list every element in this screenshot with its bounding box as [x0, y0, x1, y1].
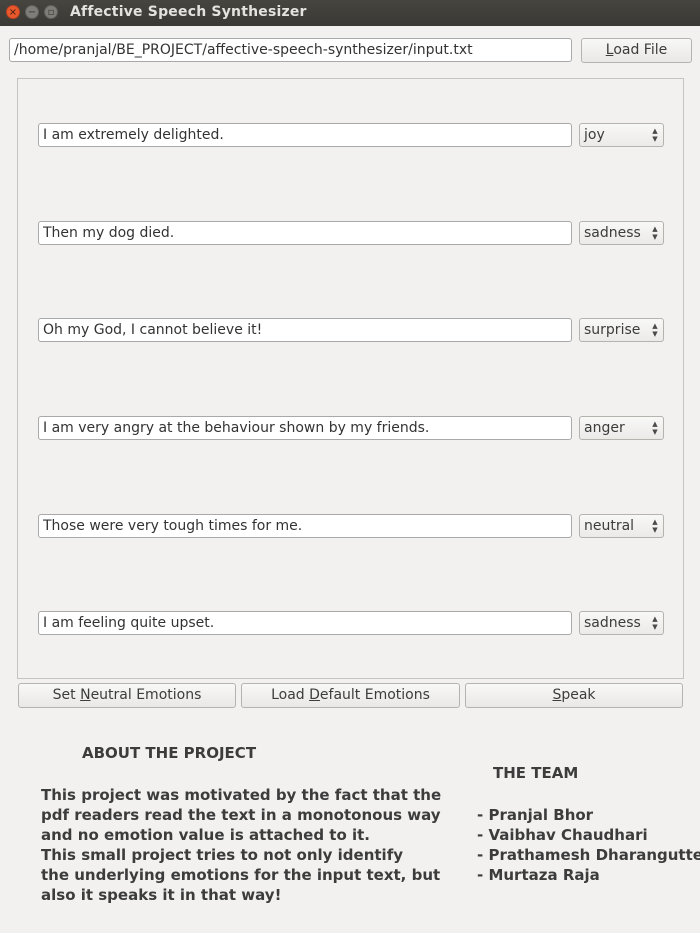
- about-line: pdf readers read the text in a monotonou…: [41, 806, 441, 824]
- button-mnemonic: D: [309, 687, 320, 703]
- about-description: This project was motivated by the fact t…: [41, 785, 451, 905]
- updown-arrows-icon: ▲ ▼: [652, 518, 658, 534]
- set-neutral-emotions-button[interactable]: Set Neutral Emotions: [18, 683, 236, 708]
- emotion-value: anger: [584, 420, 625, 436]
- title-bar: × − ▫ Affective Speech Synthesizer: [0, 0, 700, 26]
- button-label-part: efault Emotions: [319, 687, 430, 703]
- sentence-field[interactable]: [38, 514, 572, 538]
- emotion-select[interactable]: surprise ▲ ▼: [579, 318, 664, 342]
- about-line: the underlying emotions for the input te…: [41, 866, 441, 884]
- sentence-field[interactable]: [38, 221, 572, 245]
- team-member: - Prathamesh Dharangutte: [477, 846, 700, 864]
- button-mnemonic: S: [552, 687, 562, 703]
- emotion-value: surprise: [584, 322, 641, 338]
- speak-button[interactable]: Speak: [465, 683, 683, 708]
- about-line: also it speaks it in that way!: [41, 886, 282, 904]
- updown-arrows-icon: ▲ ▼: [652, 127, 658, 143]
- load-file-button[interactable]: Load File: [581, 38, 692, 63]
- team-heading: THE TEAM: [493, 764, 579, 782]
- emotion-value: joy: [584, 127, 605, 143]
- button-mnemonic: N: [80, 687, 91, 703]
- about-line: and no emotion value is attached to it.: [41, 826, 370, 844]
- about-line: This project was motivated by the fact t…: [41, 786, 442, 804]
- emotion-select[interactable]: joy ▲ ▼: [579, 123, 664, 147]
- button-label-part: Set: [52, 687, 81, 703]
- updown-arrows-icon: ▲ ▼: [652, 225, 658, 241]
- team-list: - Pranjal Bhor - Vaibhav Chaudhari - Pra…: [477, 805, 700, 885]
- emotion-select[interactable]: sadness ▲ ▼: [579, 221, 664, 245]
- sentence-field[interactable]: [38, 123, 572, 147]
- sentence-field[interactable]: [38, 416, 572, 440]
- updown-arrows-icon: ▲ ▼: [652, 615, 658, 631]
- updown-arrows-icon: ▲ ▼: [652, 420, 658, 436]
- button-label-part: peak: [561, 687, 596, 703]
- maximize-icon[interactable]: ▫: [44, 5, 58, 19]
- team-member: - Murtaza Raja: [477, 866, 600, 884]
- file-path-input[interactable]: [9, 38, 572, 62]
- sentences-panel: joy ▲▼ sadness ▲▼ surprise ▲▼ anger ▲▼ n…: [17, 78, 684, 679]
- emotion-select[interactable]: sadness ▲ ▼: [579, 611, 664, 635]
- button-label-part: eutral Emotions: [90, 687, 202, 703]
- minimize-icon[interactable]: −: [25, 5, 39, 19]
- team-member: - Vaibhav Chaudhari: [477, 826, 648, 844]
- sentence-field[interactable]: [38, 318, 572, 342]
- about-heading: ABOUT THE PROJECT: [82, 744, 257, 762]
- team-member: - Pranjal Bhor: [477, 806, 594, 824]
- emotion-value: neutral: [584, 518, 635, 534]
- button-label-part: Load: [271, 687, 310, 703]
- emotion-select[interactable]: anger ▲ ▼: [579, 416, 664, 440]
- close-icon[interactable]: ×: [6, 5, 20, 19]
- load-file-label: oad File: [613, 42, 668, 58]
- about-line: This small project tries to not only ide…: [41, 846, 404, 864]
- load-default-emotions-button[interactable]: Load Default Emotions: [241, 683, 460, 708]
- updown-arrows-icon: ▲ ▼: [652, 322, 658, 338]
- sentence-field[interactable]: [38, 611, 572, 635]
- emotion-value: sadness: [584, 225, 641, 241]
- emotion-select[interactable]: neutral ▲ ▼: [579, 514, 664, 538]
- emotion-value: sadness: [584, 615, 641, 631]
- window-title: Affective Speech Synthesizer: [70, 4, 307, 20]
